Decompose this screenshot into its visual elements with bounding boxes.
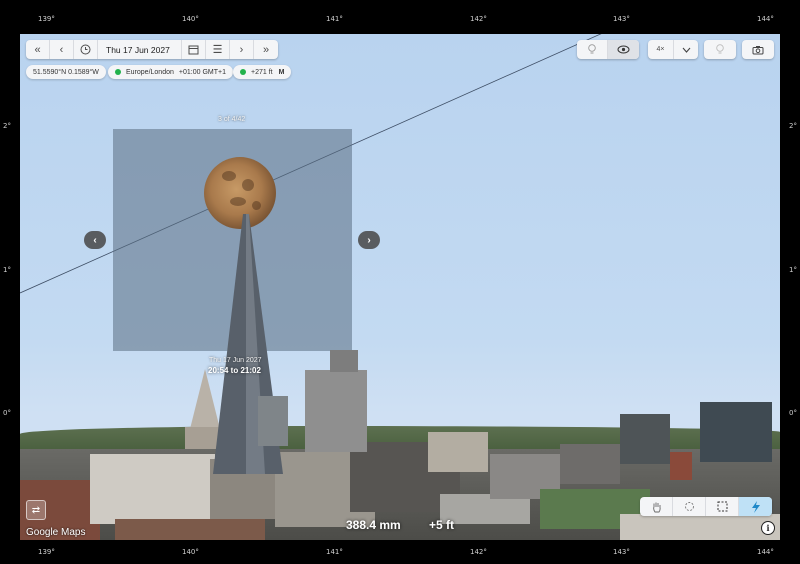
date-field[interactable]: Thu 17 Jun 2027 (98, 40, 182, 59)
light-button[interactable] (704, 40, 736, 59)
swap-arrows-icon: ⇄ (31, 504, 41, 516)
building (115, 519, 265, 540)
top-tick-label: 139° (38, 15, 55, 23)
rewind-icon: « (34, 43, 41, 56)
previous-arrow-button[interactable]: ‹ (84, 231, 106, 249)
chevron-down-icon (682, 47, 690, 53)
view-toolbar (577, 40, 639, 59)
lightbulb-icon (716, 44, 724, 54)
left-tick-label: 2° (3, 122, 11, 130)
eye-button[interactable] (608, 40, 639, 59)
building (620, 514, 780, 540)
fast-forward-icon: » (262, 43, 270, 56)
building (620, 414, 670, 464)
elevation-text: +271 ft (251, 68, 273, 76)
lightning-tool-button[interactable] (739, 497, 772, 516)
right-tick-label: 2° (789, 122, 797, 130)
step-forward-icon: › (239, 43, 244, 56)
top-tick-label: 143° (613, 15, 630, 23)
calendar-button[interactable] (182, 40, 206, 59)
timezone-offset-text: +01:00 GMT+1 (178, 68, 226, 76)
step-forward-button[interactable]: › (230, 40, 254, 59)
step-back-icon: ‹ (59, 43, 64, 56)
menu-button[interactable]: ☰ (206, 40, 230, 59)
chevron-left-icon: ‹ (93, 234, 97, 246)
lightning-icon (751, 500, 760, 513)
building (258, 396, 288, 446)
church-tower (670, 452, 692, 480)
frame-select-icon (717, 501, 727, 512)
next-arrow-button[interactable]: › (358, 231, 380, 249)
eye-icon (617, 45, 630, 54)
calendar-icon (188, 45, 199, 55)
building (700, 402, 772, 462)
rewind-button[interactable]: « (26, 40, 50, 59)
top-tick-label: 144° (757, 15, 774, 23)
info-button[interactable]: i (761, 521, 775, 535)
camera-button[interactable] (742, 40, 774, 59)
right-tick-label: 1° (789, 266, 797, 274)
google-maps-attribution: Google Maps (26, 527, 86, 538)
top-tick-label: 142° (470, 15, 487, 23)
elevation-mode-text: M (278, 68, 285, 76)
frame-tool-button[interactable] (706, 497, 739, 516)
focal-length-readout: 388.4 mm (346, 518, 401, 532)
zoom-level-button[interactable]: 4× (648, 40, 674, 59)
lightbulb-icon (588, 44, 596, 54)
bottom-tick-label: 143° (613, 548, 630, 556)
coordinates-chip[interactable]: 51.5590°N 0.1589°W (26, 65, 106, 79)
lightbulb-button[interactable] (577, 40, 608, 59)
crosshair-icon (684, 502, 694, 511)
info-icon: i (766, 523, 770, 533)
top-tick-label: 140° (182, 15, 199, 23)
zoom-toolbar: 4× (648, 40, 698, 59)
hand-icon (652, 502, 661, 512)
map-3d-view[interactable]: 3 of 4/42 Thu 17 Jun 2027 20:54 to 21:02… (20, 34, 780, 540)
frame-counter: 3 of 4/42 (218, 116, 246, 123)
time-toolbar: « ‹ Thu 17 Jun 2027 ☰ › » (26, 40, 278, 59)
fast-forward-button[interactable]: » (254, 40, 278, 59)
step-back-button[interactable]: ‹ (50, 40, 74, 59)
light-toolbar (704, 40, 736, 59)
bottom-tick-label: 144° (757, 548, 774, 556)
tower-top (330, 350, 358, 372)
chevron-right-icon: › (367, 234, 371, 246)
top-tick-label: 141° (326, 15, 343, 23)
status-dot (115, 69, 121, 75)
clock-button[interactable] (74, 40, 98, 59)
office-tower (305, 370, 367, 452)
timezone-chip[interactable]: Europe/London +01:00 GMT+1 (108, 65, 233, 79)
bottom-tick-label: 142° (470, 548, 487, 556)
coordinates-text: 51.5590°N 0.1589°W (33, 68, 99, 76)
right-tick-label: 0° (789, 409, 797, 417)
building (90, 454, 215, 524)
menu-icon: ☰ (212, 44, 223, 56)
building (428, 432, 488, 472)
event-time-label: 20:54 to 21:02 (208, 366, 261, 375)
bottom-tick-label: 139° (38, 548, 55, 556)
camera-toolbar (742, 40, 774, 59)
elevation-chip[interactable]: +271 ft M (233, 65, 292, 79)
clock-icon (80, 44, 91, 55)
bottom-tick-label: 140° (182, 548, 199, 556)
building (560, 444, 620, 484)
swap-view-button[interactable]: ⇄ (26, 500, 46, 520)
status-dot (240, 69, 246, 75)
bottom-tick-label: 141° (326, 548, 343, 556)
target-tool-button[interactable] (673, 497, 706, 516)
left-tick-label: 1° (3, 266, 11, 274)
height-offset-readout: +5 ft (429, 518, 455, 532)
event-date-label: Thu 17 Jun 2027 (209, 357, 262, 364)
camera-frame: 139° 140° 141° 142° 143° 144° 139° 140° … (0, 0, 800, 564)
camera-icon (752, 45, 764, 54)
zoom-dropdown-button[interactable] (674, 40, 698, 59)
left-tick-label: 0° (3, 409, 11, 417)
pan-tool-button[interactable] (640, 497, 673, 516)
timezone-text: Europe/London (126, 68, 174, 76)
tool-toolbar (640, 497, 772, 516)
